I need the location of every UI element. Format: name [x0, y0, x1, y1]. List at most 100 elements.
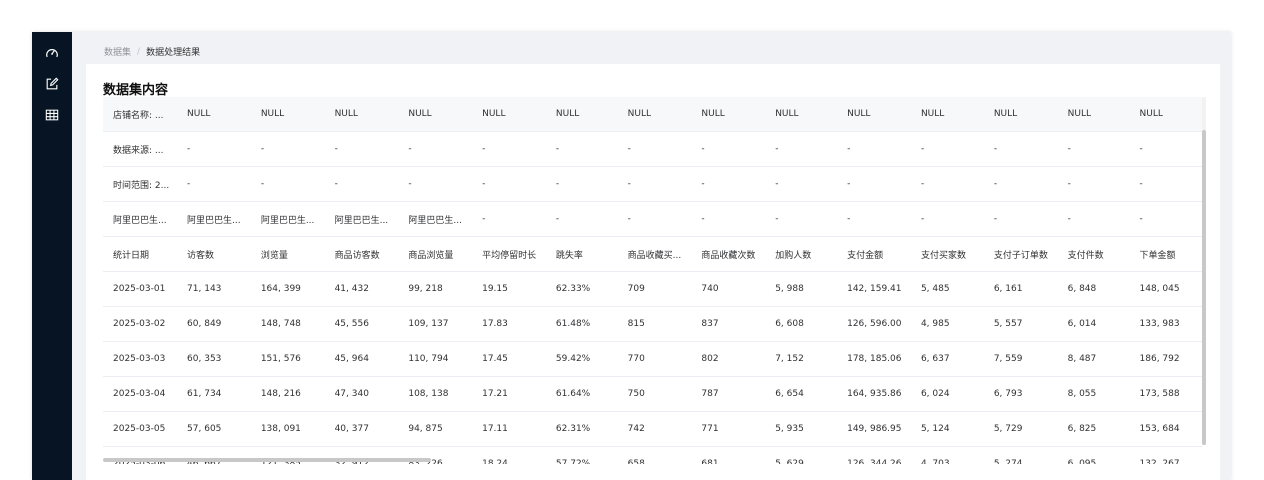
table-cell: -	[837, 201, 911, 237]
table-cell: 商品浏览量	[398, 236, 473, 272]
table-cell: 61.64%	[545, 376, 618, 412]
table-cell: 2025-03-01	[103, 271, 178, 307]
sidebar-item-edit[interactable]	[45, 77, 59, 91]
table-cell: 阿里巴巴生...	[177, 201, 251, 237]
table-cell: 17.83	[472, 306, 546, 342]
table-cell: 138, 091	[250, 411, 325, 447]
table-cell: 153, 684	[1129, 411, 1202, 447]
table-cell: 709	[617, 271, 692, 307]
table-cell: NULL	[617, 97, 692, 132]
table-cell: 61, 734	[177, 376, 251, 412]
table-cell: -	[398, 166, 473, 202]
table-cell: 60, 849	[177, 306, 251, 342]
data-table: 店铺名称: ... NULL NULL NULL NULL NULL NULL NULL NUL…	[103, 97, 1202, 464]
table-cell: -	[545, 166, 618, 202]
table-cell: 62.33%	[545, 271, 618, 307]
table-row: 2025-03-03 60, 353 151, 576 45, 964 110, 794…	[103, 341, 1202, 377]
table-cell: -	[691, 166, 766, 202]
table-cell: 19.15	[472, 271, 546, 307]
table-cell: -	[617, 201, 692, 237]
table-cell: 5, 935	[765, 411, 838, 447]
sidebar-item-dashboard[interactable]	[45, 46, 59, 60]
table-cell: 5, 729	[983, 411, 1058, 447]
table-cell: 支付金额	[837, 236, 911, 272]
table-cell: 45, 556	[324, 306, 399, 342]
table-cell: 6, 654	[765, 376, 838, 412]
table-cell: 126, 596.00	[837, 306, 911, 342]
table-cell: -	[910, 201, 984, 237]
table-cell: 802	[691, 341, 766, 377]
table-cell: 商品收藏次数	[691, 236, 766, 272]
table-cell: 浏览量	[250, 236, 325, 272]
table-row: 数据来源: ... - - - - - - - - - - - - - -	[103, 131, 1202, 167]
table-icon	[45, 109, 59, 121]
table-cell: 47, 340	[324, 376, 399, 412]
breadcrumb-item-dataset[interactable]: 数据集	[104, 45, 131, 58]
table-cell: 4, 985	[910, 306, 984, 342]
table-cell: 133, 983	[1129, 306, 1202, 342]
page-title: 数据集内容	[103, 83, 169, 98]
table-cell: 110, 794	[398, 341, 473, 377]
table-cell: NULL	[837, 97, 911, 132]
table-cell: 173, 588	[1129, 376, 1202, 412]
table-cell: -	[398, 131, 473, 167]
table-cell: -	[1057, 131, 1130, 167]
table-row: 时间范围: 2... - - - - - - - - - - - - - -	[103, 166, 1202, 202]
sidebar-item-table[interactable]	[45, 108, 59, 122]
table-cell: 742	[617, 411, 692, 447]
table-cell: -	[177, 131, 251, 167]
table-cell: 5, 988	[765, 271, 838, 307]
table-cell: 108, 138	[398, 376, 473, 412]
table-cell: 商品收藏买...	[617, 236, 692, 272]
data-table-container[interactable]: 店铺名称: ... NULL NULL NULL NULL NULL NULL NULL NUL…	[103, 97, 1202, 464]
table-cell: 740	[691, 271, 766, 307]
table-cell: -	[1129, 201, 1202, 237]
table-cell: -	[177, 166, 251, 202]
table-cell: 17.21	[472, 376, 546, 412]
table-cell: 阿里巴巴生...	[250, 201, 325, 237]
horizontal-scrollbar[interactable]	[103, 458, 1202, 462]
vertical-scrollbar[interactable]	[1202, 97, 1206, 445]
table-cell: 62.31%	[545, 411, 618, 447]
table-cell: -	[765, 131, 838, 167]
horizontal-scrollbar-thumb[interactable]	[103, 458, 431, 462]
table-cell: -	[1129, 166, 1202, 202]
table-cell: NULL	[1129, 97, 1202, 132]
table-cell: 平均停留时长	[472, 236, 546, 272]
table-cell: 2025-03-02	[103, 306, 178, 342]
table-cell: 支付子订单数	[983, 236, 1058, 272]
table-cell: 787	[691, 376, 766, 412]
table-cell: 750	[617, 376, 692, 412]
table-cell: -	[472, 131, 546, 167]
table-cell: 815	[617, 306, 692, 342]
table-cell: 149, 986.95	[837, 411, 911, 447]
table-cell: 5, 124	[910, 411, 984, 447]
table-cell: -	[983, 166, 1058, 202]
vertical-scrollbar-thumb[interactable]	[1202, 130, 1206, 445]
table-cell: -	[765, 201, 838, 237]
table-cell: -	[691, 131, 766, 167]
breadcrumb-separator: /	[137, 46, 141, 57]
table-cell: -	[983, 131, 1058, 167]
app-window: 数据集 / 数据处理结果 数据集内容 店铺名称: ... NULL NULL NULL…	[32, 32, 1231, 480]
table-cell: -	[617, 131, 692, 167]
table-cell: -	[910, 166, 984, 202]
table-cell: 6, 161	[983, 271, 1058, 307]
table-cell: 178, 185.06	[837, 341, 911, 377]
table-cell: NULL	[472, 97, 546, 132]
table-cell: NULL	[910, 97, 984, 132]
table-cell: NULL	[545, 97, 618, 132]
breadcrumb: 数据集 / 数据处理结果	[104, 45, 200, 59]
table-cell: 94, 875	[398, 411, 473, 447]
table-row: 统计日期 访客数 浏览量 商品访客数 商品浏览量 平均停留时长 跳失率 商品收藏买... 商品收…	[103, 236, 1202, 272]
table-cell: NULL	[324, 97, 399, 132]
table-cell: 阿里巴巴生...	[103, 201, 178, 237]
table-cell: 61.48%	[545, 306, 618, 342]
table-cell: 186, 792	[1129, 341, 1202, 377]
table-cell: 6, 608	[765, 306, 838, 342]
table-cell: 加购人数	[765, 236, 838, 272]
table-cell: 5, 557	[983, 306, 1058, 342]
table-cell: 6, 848	[1057, 271, 1130, 307]
table-cell: NULL	[691, 97, 766, 132]
table-cell: 41, 432	[324, 271, 399, 307]
